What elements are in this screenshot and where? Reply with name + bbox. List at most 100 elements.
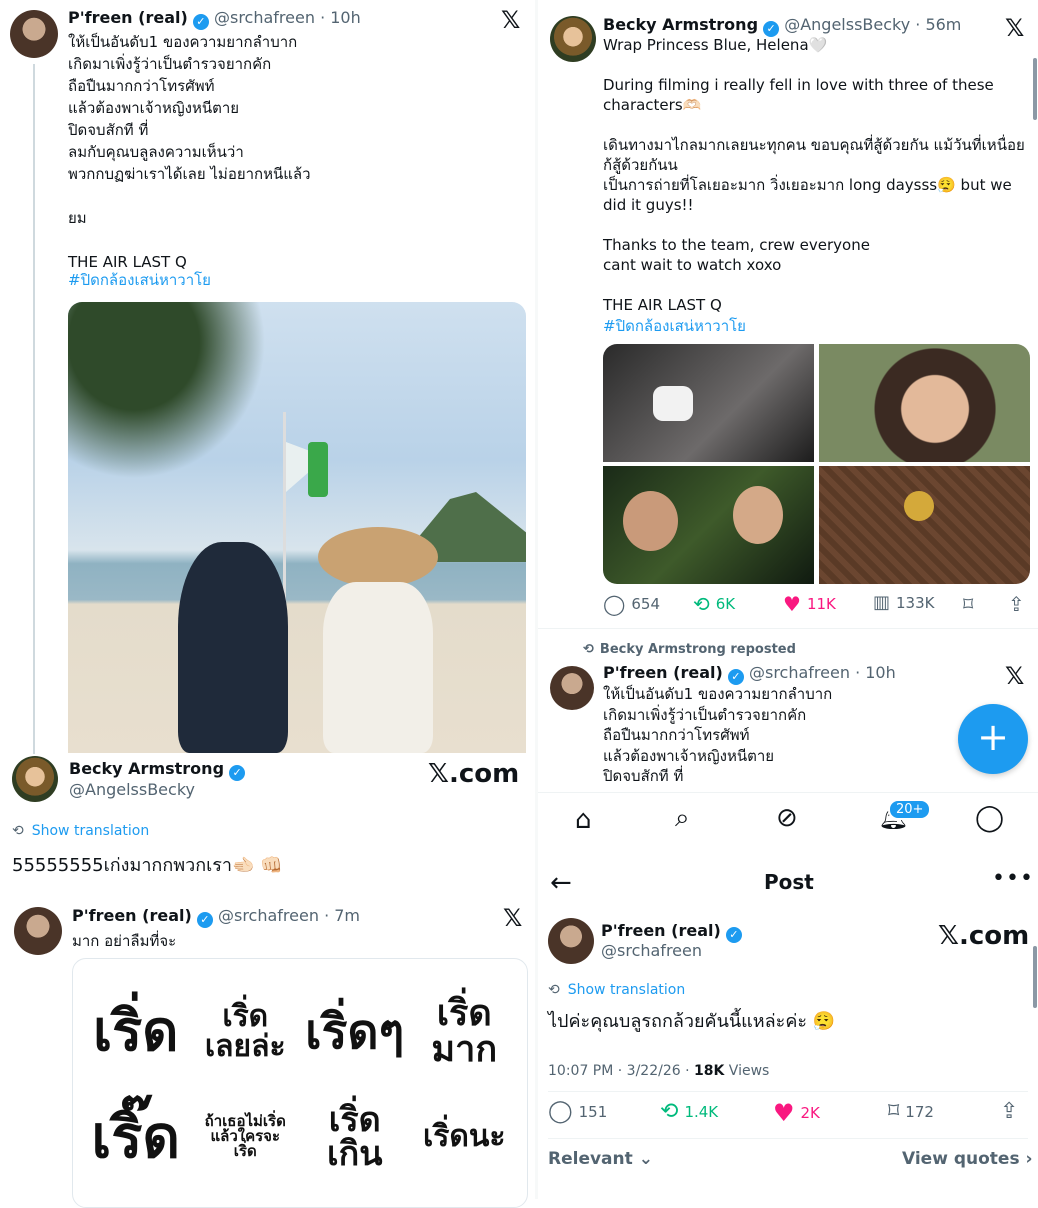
repost-icon: ⟲	[583, 642, 594, 657]
tweet-line: ปิดจบสักที ที่	[68, 121, 149, 139]
photo-3[interactable]	[603, 466, 814, 584]
tweet-line: Thanks to the team, crew everyone	[603, 236, 870, 254]
author-name[interactable]: P'freen (real)	[603, 663, 723, 682]
author-handle[interactable]: @srchafreen · 7m	[218, 906, 360, 925]
author-handle[interactable]: @srchafreen	[601, 941, 702, 960]
share-icon: ⇪	[1000, 1099, 1019, 1124]
tweet-line: THE AIR LAST Q	[603, 296, 722, 314]
hashtag-link[interactable]: #ปิดกล้องเสน่หาวาโย	[68, 269, 211, 291]
author-name[interactable]: P'freen (real)	[601, 921, 721, 940]
bookmark-button[interactable]: ⌑ 172	[888, 1099, 934, 1124]
author-name[interactable]: Becky Armstrong	[69, 759, 224, 778]
becky-tweet: Becky Armstrong ✓ @AngelssBecky · 56m 𝕏 …	[538, 0, 1038, 630]
post-detail: P'freen (real) ✓ @srchafreen 𝕏.com ⟲ Sho…	[538, 906, 1038, 1199]
view-quotes-link[interactable]: View quotes ›	[902, 1149, 1033, 1169]
tweet-divider	[538, 628, 1038, 629]
back-arrow-icon[interactable]: ←	[550, 868, 572, 898]
reply-button[interactable]: ◯ 151	[548, 1099, 607, 1124]
home-icon[interactable]: ⌂	[575, 805, 592, 835]
messages-icon[interactable]: ◯	[975, 803, 1004, 833]
reply-text: 55555555เก่งมากกพวกเรา🫲🏻 👊🏻	[12, 855, 283, 876]
repost-icon: ⟲	[693, 592, 710, 616]
author-name[interactable]: Becky Armstrong	[603, 15, 758, 34]
author-handle[interactable]: @srchafreen · 10h	[214, 8, 361, 27]
search-icon[interactable]: ⌕	[675, 803, 690, 834]
like-button[interactable]: ♥ 2K	[773, 1099, 820, 1127]
post-meta: 10:07 PM · 3/22/26 · 18K Views	[548, 1063, 770, 1079]
avatar[interactable]	[10, 10, 58, 58]
reposted-tweet: ⟲ Becky Armstrong reposted P'freen (real)…	[538, 632, 1038, 792]
tweet-line	[603, 215, 1033, 235]
views-button[interactable]: ▥ 133K	[873, 592, 934, 613]
beach-photo[interactable]	[68, 302, 526, 753]
avatar[interactable]	[12, 756, 58, 802]
show-translation-link[interactable]: ⟲ Show translation	[12, 823, 149, 839]
sticker-text: เริ่ดนะ	[423, 1118, 506, 1154]
verified-icon: ✓	[229, 765, 246, 781]
sticker-tweet: P'freen (real) ✓ @srchafreen · 7m 𝕏 มาก …	[0, 900, 535, 1208]
translate-icon: ⟲	[12, 823, 24, 839]
tweet-text: Wrap Princess Blue, Helena🤍 During filmi…	[603, 35, 1033, 315]
share-button[interactable]: ⇪	[1008, 592, 1025, 616]
tweet-line: ถือปืนมากกว่าโทรศัพท์	[68, 77, 215, 95]
verified-icon: ✓	[725, 927, 742, 943]
scrollbar[interactable]	[1033, 58, 1037, 120]
verified-icon: ✓	[196, 912, 213, 928]
photo-grid	[603, 344, 1030, 584]
photo-2[interactable]	[819, 344, 1030, 462]
sort-dropdown[interactable]: Relevant ⌄	[548, 1149, 653, 1169]
chevron-right-icon: ›	[1025, 1149, 1033, 1169]
repost-icon: ⟲	[660, 1099, 679, 1124]
avatar[interactable]	[550, 16, 596, 62]
left-tweet: P'freen (real) ✓ @srchafreen · 10h 𝕏 ให้…	[0, 0, 535, 754]
share-button[interactable]: ⇪	[1000, 1099, 1018, 1124]
divider	[548, 1091, 1028, 1092]
reply-button[interactable]: ◯ 654	[603, 592, 660, 616]
bottom-nav: ⌂ ⌕ ⊘ 🔔︎ 20+ ◯	[538, 792, 1038, 850]
scrollbar[interactable]	[1033, 946, 1037, 1008]
thread-line	[33, 64, 35, 754]
quoted-reply[interactable]: Becky Armstrong ✓ @AngelssBecky 𝕏.com ⟲ …	[0, 753, 535, 893]
tweet-text: มาก อย่าลืมที่จะ	[72, 932, 177, 950]
avatar[interactable]	[14, 907, 62, 955]
tweet-text: ให้เป็นอันดับ1 ของความยากลำบากเกิดมาเพิ่…	[603, 684, 983, 787]
tweet-line: แล้วต้องพาเจ้าหญิงหนีตาย	[68, 99, 240, 117]
repost-button[interactable]: ⟲ 1.4K	[660, 1099, 718, 1124]
repost-button[interactable]: ⟲ 6K	[693, 592, 735, 616]
tweet-line: ให้เป็นอันดับ1 ของความยากลำบาก	[603, 685, 833, 703]
author-handle[interactable]: @srchafreen · 10h	[749, 663, 896, 682]
share-icon: ⇪	[1008, 592, 1025, 616]
notification-badge: 20+	[888, 799, 932, 820]
post-text: ไปค่ะคุณบลูรถกล้วยคันนี้แหล่ะค่ะ 😮‍💨	[548, 1011, 836, 1032]
tweet-line	[603, 115, 1033, 135]
avatar[interactable]	[550, 666, 594, 710]
hashtag-link[interactable]: #ปิดกล้องเสน่หาวาโย	[603, 315, 746, 337]
x-logo-icon: 𝕏	[503, 904, 523, 932]
tweet-line: ให้เป็นอันดับ1 ของความยากลำบาก	[68, 33, 298, 51]
like-button[interactable]: ♥ 11K	[783, 592, 836, 616]
tweet-header: P'freen (real) ✓ @srchafreen · 7m	[72, 906, 360, 928]
author-name[interactable]: P'freen (real)	[72, 906, 192, 925]
photo-4[interactable]	[819, 466, 1030, 584]
views-icon: ▥	[873, 592, 891, 613]
reply-icon: ◯	[548, 1099, 573, 1124]
sticker-text: ถ้าเธอไม่เริ่ด แล้วใครจะ เริ่ด	[204, 1112, 286, 1160]
bookmark-button[interactable]: ⌑	[963, 592, 973, 616]
author-handle[interactable]: @AngelssBecky	[69, 780, 195, 799]
sticker-image[interactable]: เริ่ด เริ่ด เลยล่ะ เริ่ดๆ เริ่ด มาก เริ๊ด ถ้า…	[72, 958, 528, 1208]
author-handle[interactable]: @AngelssBecky · 56m	[784, 15, 961, 34]
tweet-line: เกิดมาเพิ่งรู้ว่าเป็นตำรวจยากคัก	[603, 705, 807, 724]
compose-button[interactable]: +	[958, 704, 1028, 774]
tweet-line: เกิดมาเพิ่งรู้ว่าเป็นตำรวจยากคัก	[68, 55, 272, 73]
photo-1[interactable]	[603, 344, 814, 462]
bookmark-icon: ⌑	[963, 592, 974, 616]
verified-icon: ✓	[192, 14, 209, 30]
author-name[interactable]: P'freen (real)	[68, 8, 188, 27]
show-translation-link[interactable]: ⟲ Show translation	[548, 982, 685, 998]
tweet-line: Wrap Princess Blue, Helena🤍	[603, 36, 828, 54]
view-count: 18K	[694, 1063, 725, 1079]
tweet-header: Becky Armstrong ✓ @AngelssBecky · 56m	[603, 15, 961, 37]
more-options-icon[interactable]: •••	[992, 866, 1034, 891]
avatar[interactable]	[548, 918, 594, 964]
grok-icon[interactable]: ⊘	[776, 803, 798, 833]
